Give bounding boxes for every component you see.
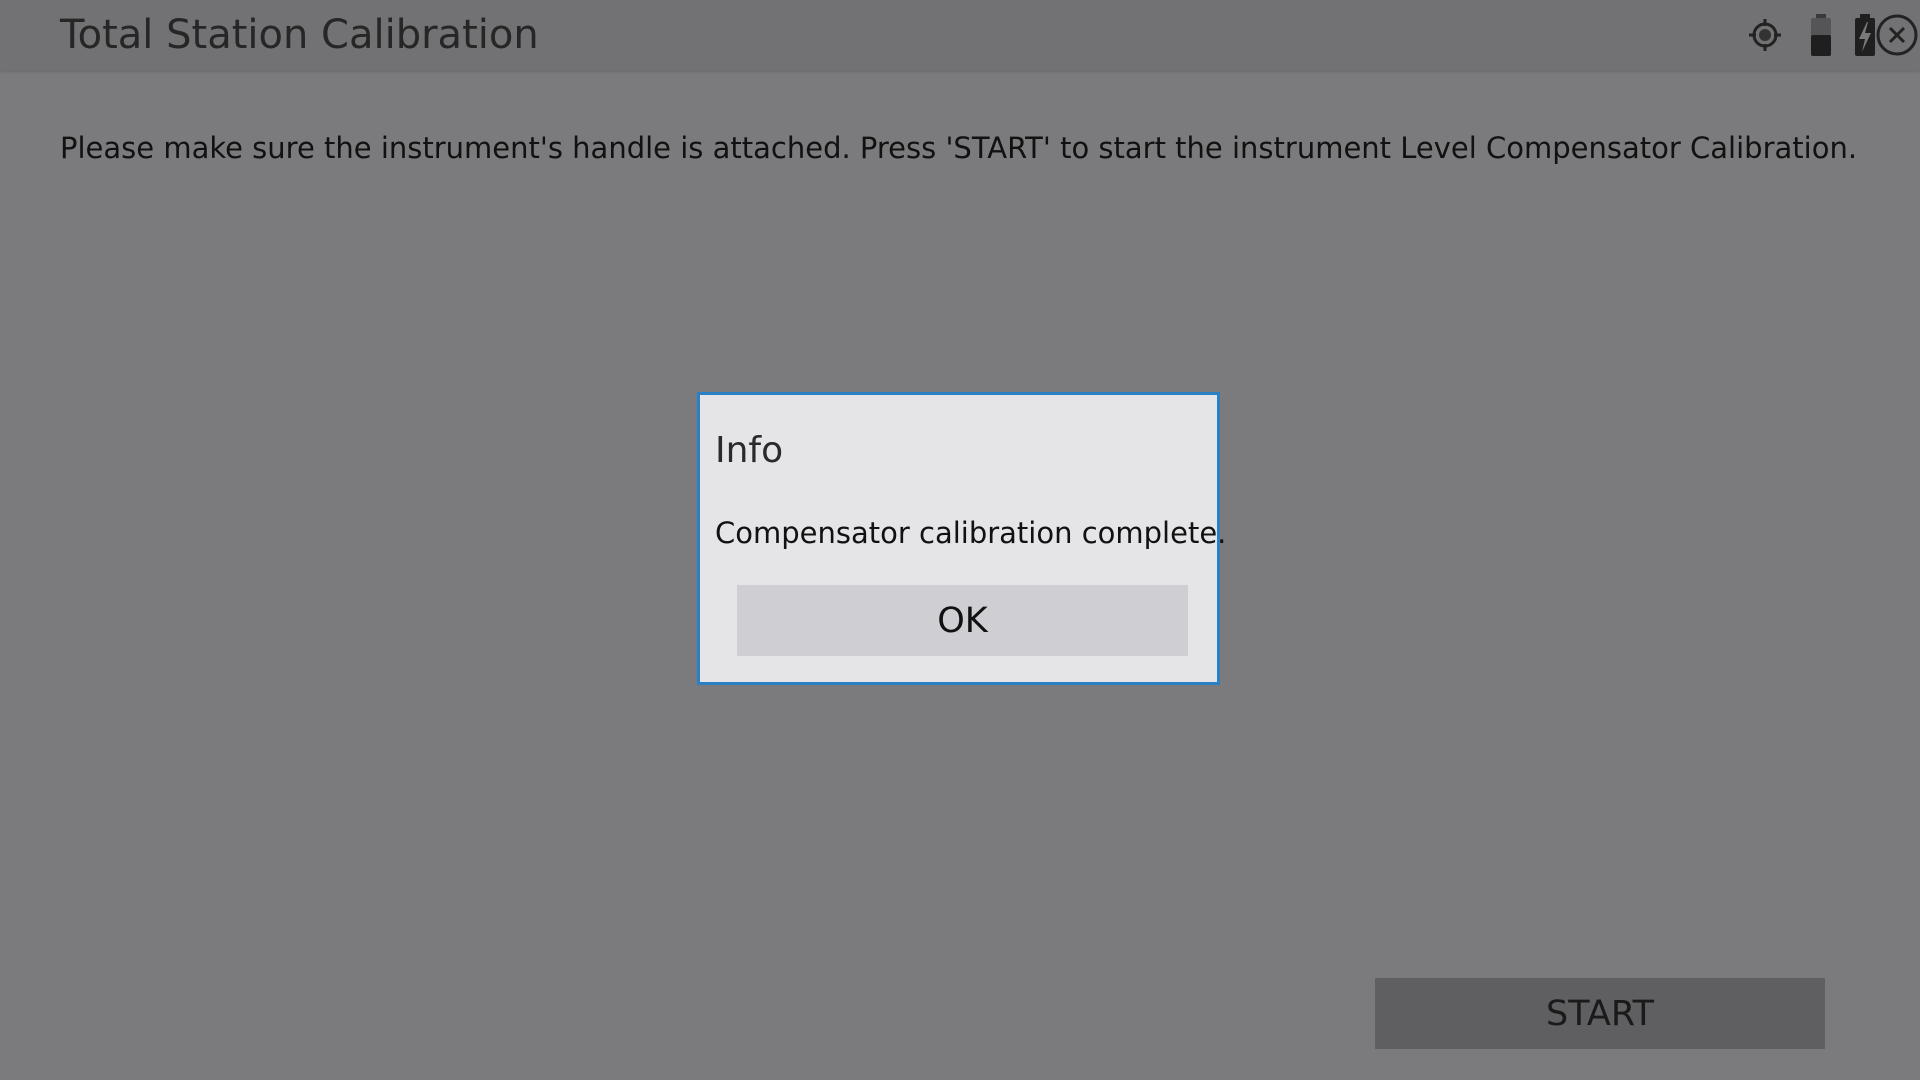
title-bar: Total Station Calibration: [0, 0, 1920, 70]
target-icon[interactable]: [1740, 0, 1790, 70]
close-icon[interactable]: [1874, 0, 1920, 70]
calibration-screen: Total Station Calibration Please make su…: [0, 0, 1920, 1080]
info-dialog: Info Compensator calibration complete. O…: [697, 392, 1226, 685]
status-icons: [1680, 0, 1920, 70]
instruction-text: Please make sure the instrument's handle…: [60, 131, 1858, 165]
dialog-message: Compensator calibration complete.: [715, 516, 1227, 550]
start-button[interactable]: START: [1375, 978, 1825, 1049]
battery-icon: [1804, 0, 1838, 70]
dialog-title: Info: [715, 430, 784, 471]
page-title: Total Station Calibration: [60, 12, 539, 58]
ok-button[interactable]: OK: [737, 585, 1188, 656]
